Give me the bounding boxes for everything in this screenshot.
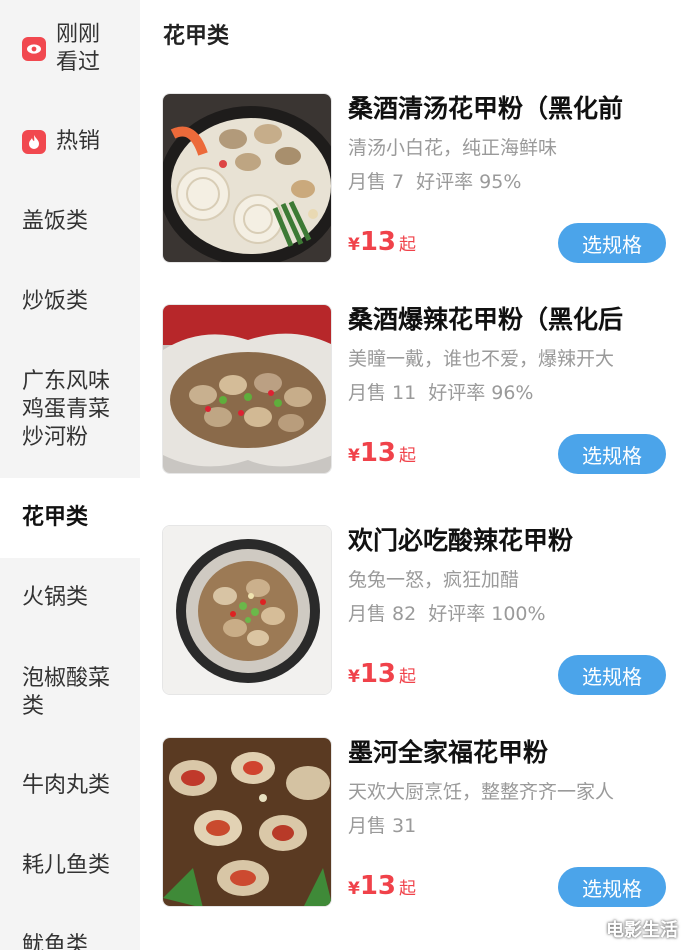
section-title: 花甲类 [163, 24, 230, 49]
currency-symbol: ¥ [348, 235, 360, 255]
sidebar-item-label: 泡椒酸菜 类 [22, 666, 111, 719]
product-price: ¥13 起 [348, 227, 416, 257]
sidebar-item-hot-sales[interactable]: 热销 [0, 112, 140, 172]
product-stats: 月售 11 好评率 96% [348, 378, 534, 405]
product-name: 桑酒清汤花甲粉（黑化前 [348, 94, 624, 123]
sidebar-item-label: 花甲类 [22, 505, 89, 530]
select-spec-button[interactable]: 选规格 [558, 223, 666, 263]
product-card[interactable]: 桑酒爆辣花甲粉（黑化后 美瞳一戴，谁也不爱，爆辣开大 月售 11 好评率 96% … [162, 304, 672, 474]
product-name: 桑酒爆辣花甲粉（黑化后 [348, 305, 624, 334]
sidebar-item-rice-bowls[interactable]: 盖饭类 [0, 192, 140, 252]
product-name: 欢门必吃酸辣花甲粉 [348, 526, 574, 555]
monthly-sales: 月售 11 [348, 382, 417, 404]
product-price: ¥13 起 [348, 659, 416, 689]
sidebar-item-label: 牛肉丸类 [22, 773, 111, 798]
product-description: 天欢大厨烹饪，整整齐齐一家人 [348, 781, 615, 803]
sidebar-item-label: 耗儿鱼类 [22, 853, 111, 878]
price-suffix: 起 [399, 446, 417, 466]
select-spec-button[interactable]: 选规格 [558, 434, 666, 474]
sidebar-item-label: 刚刚 看过 [56, 22, 101, 75]
product-stats: 月售 82 好评率 100% [348, 599, 546, 626]
product-card[interactable]: 桑酒清汤花甲粉（黑化前 清汤小白花，纯正海鲜味 月售 7 好评率 95% ¥13 起… [162, 93, 672, 263]
spicy-clams-foil-photo[interactable] [162, 304, 332, 474]
category-sidebar: 刚刚 看过 热销 盖饭类 炒饭类 广东风味 鸡蛋青菜 炒河粉 花甲类 火锅类 泡… [0, 0, 140, 950]
sidebar-item-fried-rice[interactable]: 炒饭类 [0, 272, 140, 332]
select-spec-button[interactable]: 选规格 [558, 867, 666, 907]
sidebar-item-label: 鱿鱼类 [22, 933, 89, 950]
product-name: 墨河全家福花甲粉 [348, 738, 549, 767]
select-spec-button[interactable]: 选规格 [558, 655, 666, 695]
monthly-sales: 月售 7 [348, 171, 405, 193]
currency-symbol: ¥ [348, 667, 360, 687]
sidebar-item-filefish[interactable]: 耗儿鱼类 [0, 836, 140, 896]
price-suffix: 起 [399, 667, 417, 687]
sidebar-item-beef-balls[interactable]: 牛肉丸类 [0, 756, 140, 816]
sidebar-item-label: 热销 [56, 129, 101, 154]
price-value: 13 [359, 659, 397, 689]
sidebar-item-label: 火锅类 [22, 585, 89, 610]
monthly-sales: 月售 31 [348, 815, 417, 837]
sidebar-divider [0, 464, 140, 478]
product-card[interactable]: 欢门必吃酸辣花甲粉 兔兔一怒，疯狂加醋 月售 82 好评率 100% ¥13 起 选… [162, 525, 672, 695]
sidebar-item-label: 炒饭类 [22, 289, 89, 314]
product-price: ¥13 起 [348, 438, 416, 468]
monthly-sales: 月售 82 [348, 603, 417, 625]
product-stats: 月售 31 [348, 811, 416, 838]
product-description: 美瞳一戴，谁也不爱，爆辣开大 [348, 348, 615, 370]
price-suffix: 起 [399, 879, 417, 899]
product-stats: 月售 7 好评率 95% [348, 167, 521, 194]
rating: 好评率 96% [428, 382, 534, 404]
watermark: 电影生活 [606, 920, 678, 941]
product-description: 清汤小白花，纯正海鲜味 [348, 137, 558, 159]
rating: 好评率 95% [416, 171, 522, 193]
clam-noodle-soup-photo[interactable] [162, 93, 332, 263]
currency-symbol: ¥ [348, 446, 360, 466]
product-price: ¥13 起 [348, 871, 416, 901]
product-card[interactable]: 墨河全家福花甲粉 天欢大厨烹饪，整整齐齐一家人 月售 31 ¥13 起 选规格 [162, 737, 672, 907]
sour-spicy-clams-bowl-photo[interactable] [162, 525, 332, 695]
rating: 好评率 100% [428, 603, 546, 625]
sidebar-item-label: 盖饭类 [22, 209, 89, 234]
product-description: 兔兔一怒，疯狂加醋 [348, 569, 520, 591]
eye-icon [22, 37, 46, 61]
family-clam-platter-photo[interactable] [162, 737, 332, 907]
sidebar-item-cantonese-noodles[interactable]: 广东风味 鸡蛋青菜 炒河粉 [0, 360, 140, 460]
flame-icon [22, 130, 46, 154]
sidebar-item-recently-viewed[interactable]: 刚刚 看过 [0, 14, 140, 84]
price-value: 13 [359, 438, 397, 468]
currency-symbol: ¥ [348, 879, 360, 899]
price-value: 13 [359, 871, 397, 901]
sidebar-item-hotpot[interactable]: 火锅类 [0, 568, 140, 628]
sidebar-item-pickled-pepper[interactable]: 泡椒酸菜 类 [0, 656, 140, 730]
sidebar-item-clams[interactable]: 花甲类 [0, 478, 140, 558]
sidebar-item-label: 广东风味 鸡蛋青菜 炒河粉 [22, 369, 111, 450]
sidebar-item-squid[interactable]: 鱿鱼类 [0, 922, 140, 950]
price-value: 13 [359, 227, 397, 257]
price-suffix: 起 [399, 235, 417, 255]
